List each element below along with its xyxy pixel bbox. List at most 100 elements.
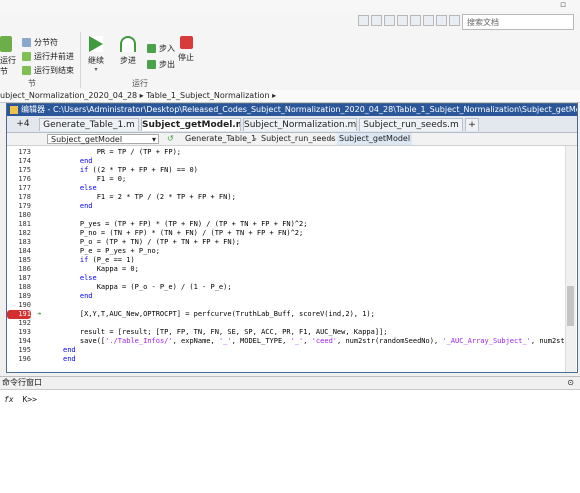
code-line[interactable]: 180 [7,211,565,220]
line-number[interactable]: 190 [7,301,31,310]
switch-windows-icon[interactable] [436,15,447,26]
function-select[interactable]: Subject_getModel ▾ [47,134,159,144]
window-controls[interactable]: ▫ [560,0,576,10]
tab-subject-run-seeds[interactable]: Subject_run_seeds.m [359,118,463,131]
redo-icon[interactable] [423,15,434,26]
code-line[interactable]: 186 Kappa = 0; [7,265,565,274]
code-area[interactable]: 173 PR = TP / (TP + FP); 174 end 175 if ((… [7,146,565,372]
go-to-icon[interactable]: ↺ [167,133,174,145]
code-line[interactable]: 176 F1 = 0; [7,175,565,184]
paste-icon[interactable] [397,15,408,26]
crumb-generate-table[interactable]: Generate_Table_1 [185,133,256,145]
code-line[interactable]: 191 ➜ [X,Y,T,AUC_New,OPTROCPT] = perfcurv… [7,310,565,319]
command-prompt-line[interactable]: fx K>> [4,395,37,404]
run-section-label-2: 节 [0,67,8,76]
editor-title-bar: 编辑器 - C:\Users\Administrator\Desktop\Rel… [7,104,577,116]
line-number[interactable]: 185 [7,256,31,265]
code-line[interactable]: 178 F1 = 2 * TP / (2 * TP + FP + FN); [7,193,565,202]
help-icon[interactable] [449,15,460,26]
section-small-buttons: 分节符 运行并前进 运行到结束 [22,36,74,76]
step-in-button[interactable]: 步入 [147,42,175,54]
tab-subject-normalization[interactable]: Subject_Normalization.m [243,118,357,131]
line-number[interactable]: 177 [7,184,31,193]
code-line[interactable]: 177 else [7,184,565,193]
code-line[interactable]: 182 P_no = (TN + FP) * (TN + FN) / (TP +… [7,229,565,238]
scrollbar-thumb[interactable] [567,286,574,326]
new-tab-button[interactable]: + [465,118,479,131]
crumb-subject-getmodel[interactable]: Subject_getModel [337,133,413,145]
line-number[interactable]: 191 [7,310,31,319]
code-line[interactable]: 185 if (P_e == 1) [7,256,565,265]
step-button[interactable]: 步进 [120,36,136,66]
code-line[interactable]: 181 P_yes = (TP + FP) * (TP + FN) / (TP … [7,220,565,229]
execution-arrow-icon: ➜ [37,310,42,318]
line-number[interactable]: 173 [7,148,31,157]
line-number[interactable]: 194 [7,337,31,346]
code-line[interactable]: 192 [7,319,565,328]
code-line[interactable]: 179 end [7,202,565,211]
code-line[interactable]: 194 save(['./Table_Infos/', expName, '_'… [7,337,565,346]
step-icon [120,36,136,52]
fx-icon[interactable]: fx [4,395,14,404]
cut-icon[interactable] [371,15,382,26]
code-line[interactable]: 187 else [7,274,565,283]
continue-dropdown-icon[interactable]: ▾ [94,66,97,73]
line-number[interactable]: 179 [7,202,31,211]
tab-overflow[interactable]: +4 [11,118,35,131]
section-break-button[interactable]: 分节符 [22,36,74,48]
line-number[interactable]: 183 [7,238,31,247]
line-number[interactable]: 176 [7,175,31,184]
code-line[interactable]: 193 result = [result; [TP, FP, TN, FN, S… [7,328,565,337]
code-text: result = [result; [TP, FP, TN, FN, SE, S… [63,328,388,336]
window-menu-icon[interactable]: ⊙ [567,377,574,389]
ribbon-toolbar: 搜索文档 运行 节 分节符 运行并前进 运行到结束 节 继续 ▾ 步进 步入 步… [0,12,580,91]
line-number[interactable]: 174 [7,157,31,166]
function-select-value: Subject_getModel [51,135,123,144]
editor-scrollbar[interactable] [565,146,576,372]
code-line[interactable]: 183 P_o = (TP + TN) / (TP + TN + FP + FN… [7,238,565,247]
line-number[interactable]: 189 [7,292,31,301]
run-to-end-button[interactable]: 运行到结束 [22,64,74,76]
folder-breadcrumb[interactable]: ubject_Normalization_2020_04_28 ▸ Table_… [0,90,580,103]
code-text: PR = TP / (TP + FP); [63,148,182,156]
tab-subject-getmodel[interactable]: Subject_getModel.m [141,118,241,131]
code-line[interactable]: 174 end [7,157,565,166]
code-line[interactable]: 175 if ((2 * TP + FP + FN) == 0) [7,166,565,175]
code-line[interactable]: 173 PR = TP / (TP + FP); [7,148,565,157]
line-number[interactable]: 178 [7,193,31,202]
tab-generate-table[interactable]: Generate_Table_1.m [39,118,139,131]
code-line[interactable]: 189 end [7,292,565,301]
code-line[interactable]: 184 P_e = P_yes + P_no; [7,247,565,256]
line-number[interactable]: 186 [7,265,31,274]
line-number[interactable]: 195 [7,346,31,355]
line-number[interactable]: 188 [7,283,31,292]
search-documentation-input[interactable]: 搜索文档 [462,14,574,30]
line-number[interactable]: 184 [7,247,31,256]
code-line[interactable]: 188 Kappa = (P_o - P_e) / (1 - P_e); [7,283,565,292]
line-number[interactable]: 192 [7,319,31,328]
code-line[interactable]: 190 [7,301,565,310]
line-number[interactable]: 196 [7,355,31,364]
run-section-button[interactable]: 运行 节 [0,36,18,77]
crumb-separator-icon: ▸ [253,134,258,143]
run-and-advance-button[interactable]: 运行并前进 [22,50,74,62]
undo-icon[interactable] [410,15,421,26]
code-line[interactable]: 196 end [7,355,565,364]
crumb-subject-run-seeds[interactable]: Subject_run_seeds [261,133,336,145]
save-icon[interactable] [358,15,369,26]
line-number[interactable]: 187 [7,274,31,283]
code-line[interactable]: 195 end [7,346,565,355]
continue-label: 继续 [88,56,104,65]
line-number[interactable]: 175 [7,166,31,175]
copy-icon[interactable] [384,15,395,26]
stop-button[interactable]: 停止 [178,36,194,63]
line-number[interactable]: 193 [7,328,31,337]
line-number[interactable]: 180 [7,211,31,220]
function-nav-bar: Subject_getModel ▾ ↺ Generate_Table_1 ▸ S… [7,133,577,146]
continue-button[interactable]: 继续 ▾ [88,36,104,73]
line-number[interactable]: 181 [7,220,31,229]
line-number[interactable]: 182 [7,229,31,238]
editor-window: 编辑器 - C:\Users\Administrator\Desktop\Rel… [6,103,578,373]
run-group-label: 运行 [132,79,148,88]
step-out-button[interactable]: 步出 [147,58,175,70]
